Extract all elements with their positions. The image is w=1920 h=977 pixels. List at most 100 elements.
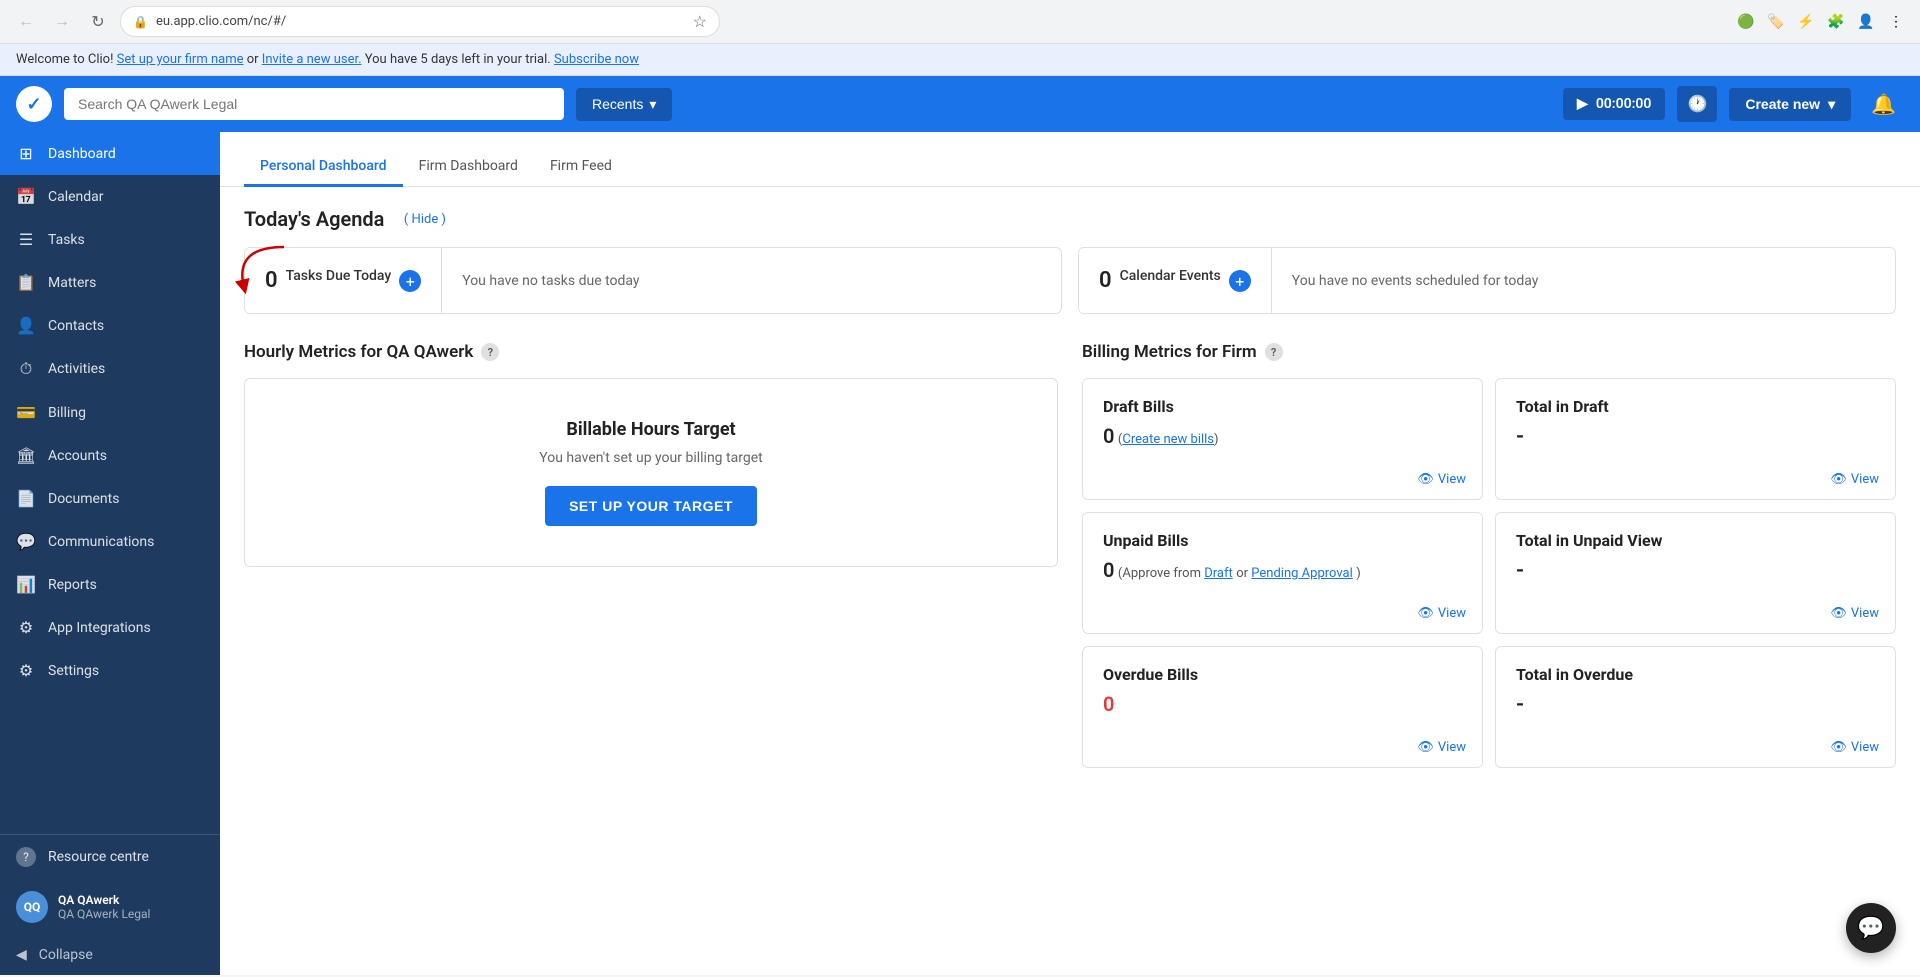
collapse-button[interactable]: ◀ Collapse (0, 935, 220, 975)
billing-metrics-title: Billing Metrics for Firm ? (1082, 342, 1896, 362)
sidebar-label-activities: Activities (48, 361, 105, 377)
promo-banner: Welcome to Clio! Set up your firm name o… (0, 44, 1920, 76)
ext-lightning-icon[interactable]: ⚡ (1794, 10, 1818, 34)
add-event-button[interactable]: + (1229, 270, 1251, 292)
sidebar-item-reports[interactable]: 📊 Reports (0, 563, 220, 606)
address-bar[interactable]: 🔒 eu.app.clio.com/nc/#/ ☆ (120, 6, 720, 37)
tab-personal-dashboard[interactable]: Personal Dashboard (244, 148, 403, 187)
sidebar-item-matters[interactable]: 📋 Matters (0, 261, 220, 304)
ext-green-icon[interactable]: 🟢 (1734, 10, 1758, 34)
total-in-unpaid-card: Total in Unpaid View - 👁 View (1495, 512, 1896, 634)
sidebar-item-activities[interactable]: ⏱ Activities (0, 347, 220, 391)
create-new-chevron-icon: ▾ (1828, 96, 1835, 113)
tab-firm-dashboard[interactable]: Firm Dashboard (403, 148, 534, 187)
total-in-draft-title: Total in Draft (1516, 397, 1875, 416)
banner-prefix: Welcome to Clio! (16, 52, 117, 67)
recents-button[interactable]: Recents ▾ (576, 88, 672, 121)
sidebar-item-dashboard[interactable]: ⊞ Dashboard (0, 132, 220, 175)
collapse-chevron-icon: ◀ (16, 947, 27, 963)
eye-icon-unpaid: 👁 (1417, 606, 1434, 621)
back-button[interactable]: ← (12, 8, 40, 36)
create-new-label: Create new (1745, 96, 1820, 112)
notifications-button[interactable]: 🔔 (1863, 88, 1904, 121)
sidebar-label-dashboard: Dashboard (48, 146, 116, 162)
user-name: QA QAwerk (58, 893, 150, 907)
total-in-draft-view-link[interactable]: 👁 View (1830, 472, 1879, 487)
invite-user-link[interactable]: Invite a new user. (262, 52, 362, 67)
app-integrations-icon: ⚙ (16, 618, 36, 637)
tab-firm-feed[interactable]: Firm Feed (534, 148, 628, 187)
content-area: Personal Dashboard Firm Dashboard Firm F… (220, 132, 1920, 975)
total-in-draft-card: Total in Draft - 👁 View (1495, 378, 1896, 500)
bookmark-icon[interactable]: ☆ (693, 12, 707, 31)
ext-puzzle-icon[interactable]: 🧩 (1824, 10, 1848, 34)
eye-icon-overdue: 👁 (1417, 740, 1434, 755)
ext-tag-icon[interactable]: 🏷️ (1764, 10, 1788, 34)
sidebar-item-app-integrations[interactable]: ⚙ App Integrations (0, 606, 220, 649)
sidebar-bottom: ? Resource centre QQ QA QAwerk QA QAwerk… (0, 834, 220, 975)
tasks-label: Tasks Due Today (286, 268, 392, 284)
unpaid-bills-view-link[interactable]: 👁 View (1417, 606, 1466, 621)
sidebar-item-billing[interactable]: 💳 Billing (0, 391, 220, 434)
forward-button[interactable]: → (48, 8, 76, 36)
address-secure-icon: 🔒 (133, 15, 148, 29)
subscribe-link[interactable]: Subscribe now (554, 52, 639, 67)
setup-target-button[interactable]: SET UP YOUR TARGET (545, 486, 757, 526)
hide-agenda-link[interactable]: ( Hide ) (404, 212, 446, 227)
total-in-overdue-value: - (1516, 692, 1875, 717)
setup-firm-link[interactable]: Set up your firm name (117, 52, 244, 67)
sidebar-label-resource-centre: Resource centre (48, 849, 149, 865)
clio-logo[interactable]: ✓ (16, 86, 52, 122)
reload-button[interactable]: ↻ (84, 8, 112, 36)
recents-label: Recents (592, 96, 643, 112)
sidebar-label-settings: Settings (48, 663, 99, 679)
sidebar: ⊞ Dashboard 📅 Calendar ☰ Tasks 📋 Matters… (0, 132, 220, 975)
sidebar-item-contacts[interactable]: 👤 Contacts (0, 304, 220, 347)
draft-bills-card: Draft Bills 0 (Create new bills) 👁 View (1082, 378, 1483, 500)
unpaid-bills-draft-link[interactable]: Draft (1204, 566, 1233, 581)
eye-icon-draft: 👁 (1417, 472, 1434, 487)
chat-bubble-button[interactable]: 💬 (1846, 903, 1896, 953)
communications-icon: 💬 (16, 532, 36, 551)
total-in-overdue-title: Total in Overdue (1516, 665, 1875, 684)
sidebar-item-calendar[interactable]: 📅 Calendar (0, 175, 220, 218)
total-in-unpaid-view-link[interactable]: 👁 View (1830, 606, 1879, 621)
ext-avatar-icon[interactable]: 👤 (1854, 10, 1878, 34)
sidebar-label-tasks: Tasks (48, 232, 85, 248)
sidebar-item-accounts[interactable]: 🏛 Accounts (0, 434, 220, 477)
unpaid-bills-pending-link[interactable]: Pending Approval (1251, 566, 1353, 581)
hourly-metrics-help-icon[interactable]: ? (481, 343, 499, 361)
total-in-unpaid-value: - (1516, 558, 1875, 583)
total-in-overdue-card: Total in Overdue - 👁 View (1495, 646, 1896, 768)
billable-hours-title: Billable Hours Target (275, 419, 1027, 440)
contacts-icon: 👤 (16, 316, 36, 335)
sidebar-item-settings[interactable]: ⚙ Settings (0, 649, 220, 692)
add-task-button[interactable]: + (399, 270, 421, 292)
banner-middle: or (247, 52, 262, 67)
unpaid-bills-card: Unpaid Bills 0 (Approve from Draft or Pe… (1082, 512, 1483, 634)
calendar-events-card: 0 Calendar Events + You have no events s… (1078, 247, 1896, 314)
hourly-metrics-section: Hourly Metrics for QA QAwerk ? Billable … (244, 342, 1058, 768)
chat-icon: 💬 (1857, 916, 1884, 941)
events-empty-message: You have no events scheduled for today (1272, 248, 1895, 313)
total-in-overdue-view-link[interactable]: 👁 View (1830, 740, 1879, 755)
sidebar-label-calendar: Calendar (48, 189, 104, 205)
sidebar-item-documents[interactable]: 📄 Documents (0, 477, 220, 520)
create-new-bills-link[interactable]: Create new bills (1122, 432, 1214, 447)
create-new-button[interactable]: Create new ▾ (1729, 88, 1851, 121)
browser-chrome: ← → ↻ 🔒 eu.app.clio.com/nc/#/ ☆ 🟢 🏷️ ⚡ 🧩… (0, 0, 1920, 44)
search-input[interactable] (64, 88, 564, 120)
sidebar-label-documents: Documents (48, 491, 119, 507)
sidebar-item-communications[interactable]: 💬 Communications (0, 520, 220, 563)
billing-metrics-help-icon[interactable]: ? (1265, 343, 1283, 361)
draft-bills-view-link[interactable]: 👁 View (1417, 472, 1466, 487)
clock-button[interactable]: 🕐 (1677, 86, 1717, 122)
eye-icon-total-draft: 👁 (1830, 472, 1847, 487)
sidebar-item-resource-centre[interactable]: ? Resource centre (0, 835, 220, 879)
sidebar-item-tasks[interactable]: ☰ Tasks (0, 218, 220, 261)
unpaid-bills-title: Unpaid Bills (1103, 531, 1462, 550)
ext-menu-icon[interactable]: ⋮ (1884, 10, 1908, 34)
todays-agenda-title: Today's Agenda ( Hide ) (244, 207, 1896, 231)
eye-icon-total-overdue: 👁 (1830, 740, 1847, 755)
overdue-bills-view-link[interactable]: 👁 View (1417, 740, 1466, 755)
